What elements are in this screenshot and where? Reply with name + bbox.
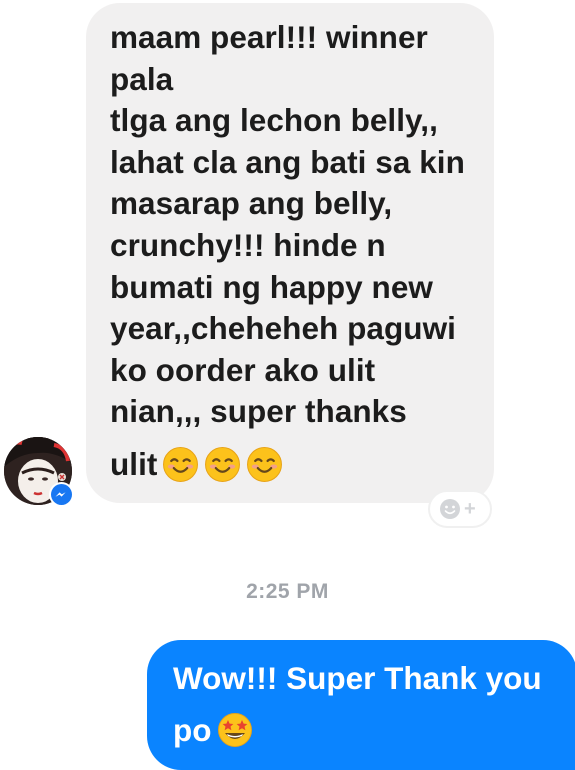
- outgoing-message-line-last: po: [173, 706, 567, 754]
- message-line-last: ulit: [110, 437, 478, 493]
- incoming-message-bubble[interactable]: maam pearl!!! winner pala tlga ang lecho…: [86, 3, 494, 503]
- outgoing-message-line: Wow!!! Super Thank you: [173, 660, 542, 696]
- message-line: year,,cheheheh paguwi: [110, 310, 456, 347]
- outgoing-message-text: po: [173, 712, 212, 748]
- add-reaction-icon: +: [440, 498, 476, 520]
- message-line: crunchy!!! hinde n: [110, 226, 386, 263]
- messenger-icon: [51, 484, 72, 505]
- star-struck-icon: [218, 713, 253, 747]
- message-line: bumati ng happy new: [110, 268, 433, 305]
- message-line: tlga ang lechon belly,,: [110, 102, 438, 139]
- message-line: pala: [110, 60, 174, 97]
- outgoing-message-bubble[interactable]: Wow!!! Super Thank you po: [147, 640, 575, 770]
- message-timestamp: 2:25 PM: [246, 580, 329, 603]
- incoming-message-text: maam pearl!!! winner pala tlga ang lecho…: [110, 17, 478, 493]
- message-line: nian,,, super thanks: [110, 393, 407, 430]
- message-line: maam pearl!!! winner: [110, 19, 428, 55]
- smiling-face-icon: [163, 447, 199, 483]
- add-reaction-plus: +: [464, 498, 476, 520]
- messenger-badge: [49, 482, 74, 507]
- smiling-face-icon: [247, 447, 283, 483]
- message-line-text: ulit: [110, 446, 158, 483]
- message-line: masarap ang belly,: [110, 185, 393, 222]
- message-line: ko oorder ako ulit: [110, 351, 376, 388]
- smiling-face-icon: [205, 447, 241, 483]
- add-reaction-button[interactable]: +: [428, 490, 492, 528]
- message-line: lahat cla ang bati sa kin: [110, 143, 465, 180]
